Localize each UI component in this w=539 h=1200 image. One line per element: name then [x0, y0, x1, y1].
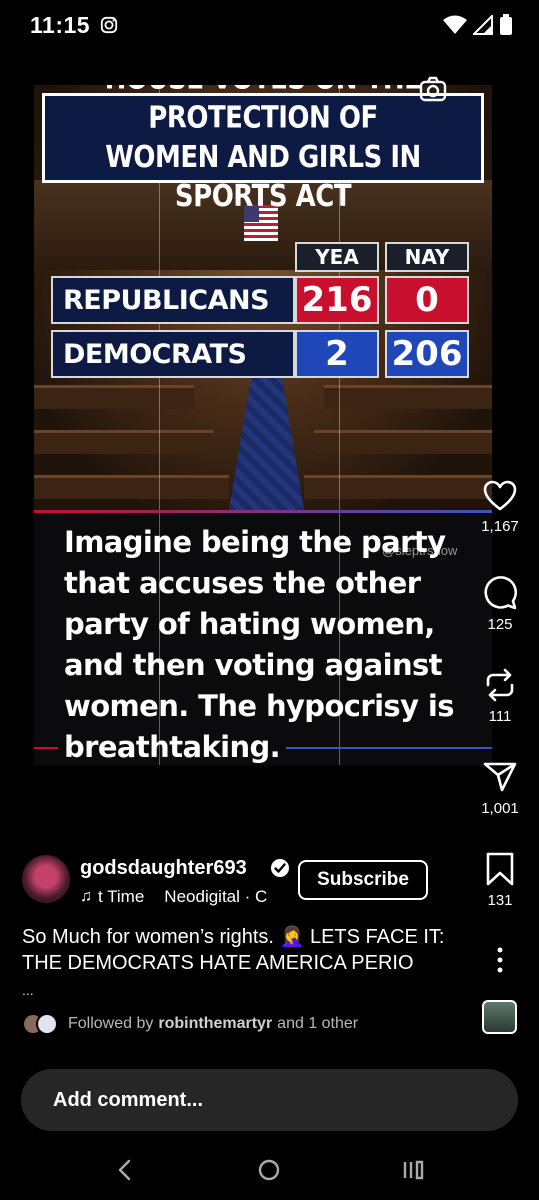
battery-icon: [500, 14, 512, 35]
save-button[interactable]: 131: [470, 852, 530, 909]
author-avatar[interactable]: [22, 855, 70, 903]
music-note-icon: ♫: [80, 888, 92, 905]
chamber-seats: [34, 475, 229, 499]
caption-line: women. The hypocrisy is: [64, 689, 454, 723]
system-nav-bar: [0, 1140, 539, 1200]
back-icon[interactable]: [110, 1155, 140, 1185]
republicans-yea: 216: [295, 276, 379, 324]
followed-by[interactable]: Followed by robinthemartyr and 1 other: [22, 1013, 358, 1035]
post-image[interactable]: HOUSE VOTES ON THE PROTECTION OF WOMEN A…: [34, 85, 492, 765]
headline-line: WOMEN AND GIRLS IN SPORTS ACT: [105, 140, 421, 214]
audio-thumbnail[interactable]: [482, 1000, 517, 1034]
bookmark-icon: [486, 852, 514, 886]
followed-suffix: and 1 other: [277, 1015, 359, 1032]
add-comment-input[interactable]: Add comment...: [21, 1069, 518, 1131]
headline-box: HOUSE VOTES ON THE PROTECTION OF WOMEN A…: [42, 85, 484, 214]
like-count: 1,167: [481, 518, 519, 535]
camera-icon[interactable]: [418, 74, 448, 104]
caption-line: and then voting against: [64, 648, 443, 682]
chamber-seats: [324, 385, 492, 409]
status-icons: [443, 14, 513, 36]
democrats-nay: 206: [385, 330, 469, 378]
accent-rule-red: [34, 747, 58, 749]
row-label-democrats: DEMOCRATS: [51, 330, 295, 378]
follower-avatars: [22, 1013, 60, 1035]
follower-avatar: [36, 1013, 58, 1035]
repost-button[interactable]: 111: [470, 668, 530, 725]
status-time: 11:15: [30, 12, 91, 38]
heart-icon: [483, 480, 517, 511]
save-count: 131: [487, 892, 513, 909]
column-header-nay: NAY: [385, 242, 469, 272]
like-button[interactable]: 1,167: [470, 480, 530, 535]
description-more[interactable]: ...: [22, 982, 34, 998]
comment-button[interactable]: 125: [470, 576, 530, 633]
repost-count: 111: [488, 708, 512, 725]
caption-line: party of hating women,: [64, 607, 435, 641]
music-artist: Neodigital · C: [164, 887, 268, 906]
headline-line: HOUSE VOTES ON THE PROTECTION OF: [105, 85, 422, 136]
subscribe-button[interactable]: Subscribe: [298, 860, 428, 900]
audio-track[interactable]: ♫ t Time Neodigital · C: [80, 887, 267, 907]
music-title: t Time: [98, 887, 145, 906]
followed-user: robinthemartyr: [158, 1015, 273, 1032]
comment-icon: [484, 576, 517, 610]
chamber-seats: [304, 475, 492, 499]
recents-icon[interactable]: [398, 1155, 428, 1185]
share-button[interactable]: 1,001: [470, 760, 530, 817]
chamber-seats: [314, 430, 492, 454]
chamber-seats: [34, 385, 194, 409]
comment-count: 125: [487, 616, 513, 633]
republicans-nay: 0: [385, 276, 469, 324]
verified-badge-icon: [271, 859, 289, 877]
more-options-icon[interactable]: [490, 945, 510, 975]
wifi-icon: [443, 15, 467, 34]
status-bar: 11:15: [0, 0, 539, 52]
watermark: @sleptrshow: [382, 543, 458, 558]
democrats-yea: 2: [295, 330, 379, 378]
chamber-aisle: [229, 375, 304, 510]
author-username[interactable]: godsdaughter693: [80, 857, 247, 880]
home-icon[interactable]: [254, 1155, 284, 1185]
share-count: 1,001: [481, 800, 519, 817]
caption-line: that accuses the other: [64, 566, 421, 600]
chamber-seats: [34, 430, 214, 454]
divider-line: [34, 510, 492, 513]
row-label-republicans: REPUBLICANS: [51, 276, 295, 324]
accent-rule-blue: [286, 747, 492, 749]
column-header-yea: YEA: [295, 242, 379, 272]
send-icon: [483, 762, 517, 792]
caption-text: Imagine being the party that accuses the…: [64, 522, 484, 765]
repost-icon: [486, 668, 514, 702]
signal-icon: [473, 15, 493, 35]
followed-prefix: Followed by: [68, 1015, 154, 1032]
instagram-notification-icon: [100, 16, 118, 34]
headline: HOUSE VOTES ON THE PROTECTION OF WOMEN A…: [45, 85, 481, 216]
post-description[interactable]: So Much for women’s rights. 🤦‍♀️ LETS FA…: [22, 924, 462, 976]
caption-line: breathtaking.: [64, 730, 281, 764]
